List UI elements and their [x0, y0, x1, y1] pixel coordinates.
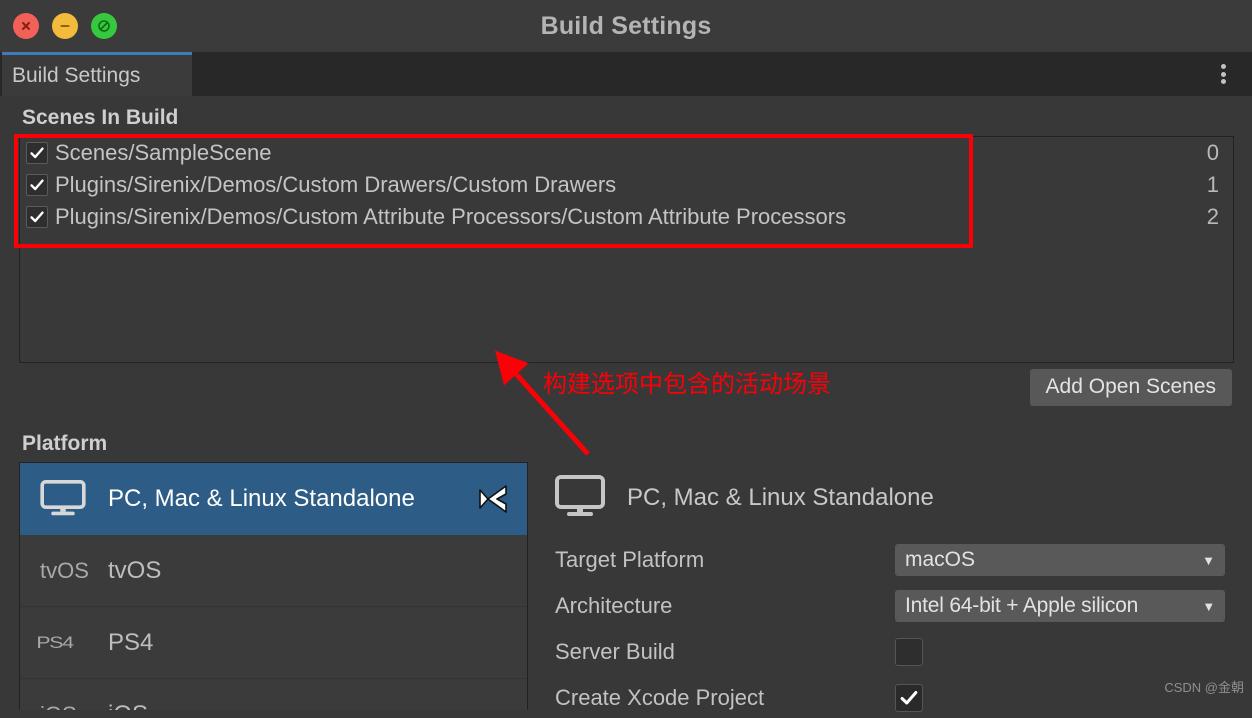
platform-name-label: PS4 — [108, 628, 154, 656]
field-label: Architecture — [555, 593, 673, 618]
ps4-icon: PS4 — [36, 632, 74, 652]
chevron-down-icon: ▼ — [1202, 598, 1215, 614]
platform-name-label: iOS — [108, 701, 148, 711]
add-open-scenes-button[interactable]: Add Open Scenes — [1029, 369, 1232, 406]
kebab-menu-icon[interactable] — [1212, 62, 1234, 86]
scene-index-label: 0 — [1206, 140, 1219, 165]
platform-detail-header: PC, Mac & Linux Standalone — [555, 462, 1245, 534]
detail-field-row: Architecture Intel 64-bit + Apple silicon… — [555, 586, 1245, 626]
dropdown-value: macOS — [905, 548, 976, 571]
server-build-checkbox[interactable] — [895, 638, 923, 666]
detail-field-row: Server Build — [555, 632, 1245, 672]
window-titlebar: Build Settings — [0, 0, 1252, 52]
chevron-down-icon: ▼ — [1202, 552, 1215, 568]
field-label: Server Build — [555, 639, 675, 664]
detail-field-row: Create Xcode Project — [555, 678, 1245, 718]
scene-index-label: 1 — [1206, 172, 1219, 197]
platform-heading: Platform — [22, 432, 108, 455]
kebab-dot — [1220, 71, 1226, 77]
platform-list-item[interactable]: tvOS tvOS — [20, 535, 527, 607]
platform-list[interactable]: PC, Mac & Linux Standalone tvOS tvOS PS4 PS4… — [19, 462, 528, 710]
detail-field-row: Target Platform macOS ▼ — [555, 540, 1245, 580]
monitor-icon — [555, 474, 605, 522]
field-label: Create Xcode Project — [555, 685, 765, 710]
platform-name-label: tvOS — [108, 556, 162, 584]
scenes-in-build-list[interactable]: Scenes/SampleScene 0 Plugins/Sirenix/Demos… — [19, 136, 1234, 363]
scene-path-label: Scenes/SampleScene — [55, 140, 272, 165]
window-title: Build Settings — [540, 11, 712, 40]
kebab-dot — [1220, 79, 1226, 84]
unity-logo-icon — [479, 484, 507, 513]
platform-detail-title: PC, Mac & Linux Standalone — [627, 484, 934, 511]
scene-row[interactable]: Plugins/Sirenix/Demos/Custom Attribute P… — [20, 201, 1233, 233]
annotation-text: 构建选项中包含的活动场景 — [543, 371, 831, 398]
scene-row[interactable]: Scenes/SampleScene 0 — [20, 137, 1233, 169]
tab-build-settings[interactable]: Build Settings — [2, 52, 192, 96]
ios-icon: iOS — [40, 702, 100, 711]
scene-path-label: Plugins/Sirenix/Demos/Custom Attribute P… — [55, 204, 847, 229]
watermark: CSDN @金朝 — [1164, 680, 1244, 695]
scene-row[interactable]: Plugins/Sirenix/Demos/Custom Drawers/Cus… — [20, 169, 1233, 201]
build-settings-body: Scenes In Build Scenes/SampleScene 0 Plugi… — [0, 96, 1252, 712]
scene-path-label: Plugins/Sirenix/Demos/Custom Drawers/Cus… — [55, 172, 617, 197]
architecture-dropdown[interactable]: Intel 64-bit + Apple silicon ▼ — [895, 590, 1225, 622]
platform-list-item[interactable]: PC, Mac & Linux Standalone — [20, 463, 527, 535]
scenes-in-build-heading: Scenes In Build — [22, 106, 179, 129]
platform-list-item[interactable]: PS4 PS4 — [20, 607, 527, 679]
platform-detail-fields: Target Platform macOS ▼ Architecture Intel 6… — [555, 540, 1245, 718]
tvos-icon: tvOS — [40, 557, 89, 583]
dropdown-value: Intel 64-bit + Apple silicon — [905, 594, 1139, 617]
kebab-dot — [1220, 64, 1226, 69]
platform-list-item[interactable]: iOS iOS — [20, 679, 527, 711]
tab-label: Build Settings — [12, 63, 141, 87]
platform-detail-pane: PC, Mac & Linux Standalone Target Platfo… — [555, 462, 1245, 718]
unity-logo-icon — [475, 483, 509, 515]
field-label: Target Platform — [555, 547, 705, 572]
create-xcode-project-checkbox[interactable] — [895, 684, 923, 712]
target-platform-dropdown[interactable]: macOS ▼ — [895, 544, 1225, 576]
platform-name-label: PC, Mac & Linux Standalone — [108, 484, 415, 512]
scene-enabled-checkbox[interactable] — [26, 206, 48, 228]
scene-enabled-checkbox[interactable] — [26, 174, 48, 196]
monitor-icon — [40, 479, 100, 518]
scene-enabled-checkbox[interactable] — [26, 142, 48, 164]
scene-index-label: 2 — [1206, 204, 1219, 229]
tab-bar: Build Settings — [0, 52, 1252, 96]
